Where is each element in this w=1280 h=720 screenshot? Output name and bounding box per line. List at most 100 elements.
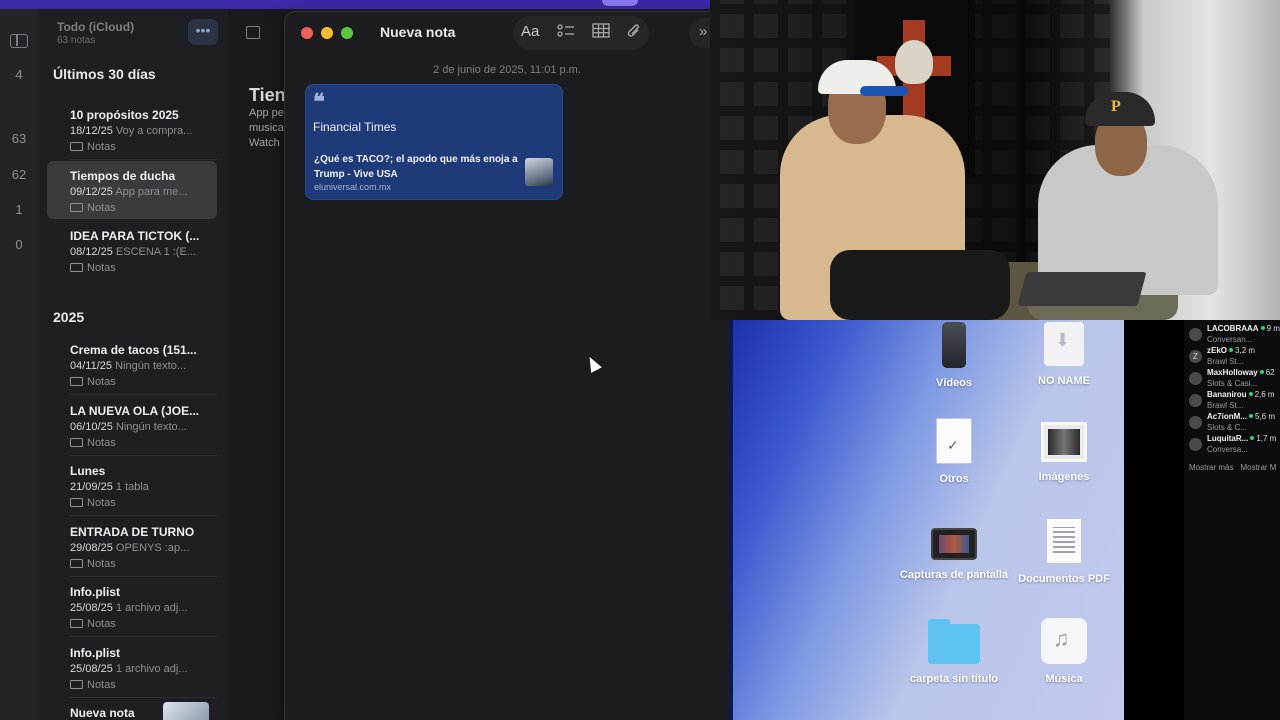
close-button[interactable] [301,27,313,39]
text-format-icon[interactable]: Aa [521,23,539,40]
sidebar-toggle-icon[interactable] [10,34,28,48]
minimize-button[interactable] [321,27,333,39]
folder-musica[interactable]: Música [1009,618,1119,686]
folder-no-name[interactable]: NO NAME [1009,322,1119,388]
note-title: Lunes [70,464,106,478]
folder-capturas[interactable]: Capturas de pantalla [899,518,1009,582]
channel-game: Slots & Casi... [1207,379,1258,388]
channel-name: Ac7ionM... [1207,412,1248,421]
attachment-icon[interactable] [627,23,641,44]
note-preview: App para me... [115,186,188,198]
folder-icon [70,619,83,628]
note-list-item[interactable]: Info.plist 25/08/25 1 archivo adj... Not… [47,638,217,698]
folder-count: 4 [15,67,23,82]
note-preview: ESCENA 1 :(E... [115,246,196,258]
note-list-item[interactable]: Nueva nota [47,698,217,720]
folder-icon [70,377,83,386]
photo-icon [1041,422,1087,462]
channel-row[interactable]: LuquitaR... 1,7 m Conversa... [1189,434,1280,456]
channel-name: MaxHolloway [1207,368,1258,377]
folder-otros[interactable]: Otros [899,418,1009,486]
pdf-icon [1046,518,1082,564]
note-date: 08/12/25 [70,246,113,258]
channel-row[interactable]: Ac7ionM... 5,6 m Slots & C... [1189,412,1280,434]
note-date: 25/08/25 [70,663,113,675]
person-left-legs [830,250,1010,320]
channel-row[interactable]: Z zEkO 3,2 m Brawl St... [1189,346,1280,368]
note-list-item[interactable]: ENTRADA DE TURNO 29/08/25 OPENYS :ap... … [47,517,217,577]
folder-icon [70,142,83,151]
folder-videos[interactable]: Vídeos [899,322,1009,390]
note-list-item[interactable]: 10 propósitos 2025 18/12/25 Voy a compra… [47,100,217,160]
note-preview: 1 archivo adj... [115,602,188,614]
folder-label: carpeta sin título [909,673,999,685]
folder-count: 63 [11,131,27,146]
note-date: 04/11/25 [70,360,113,372]
note-folder: Notas [87,141,116,153]
note-title: 10 propósitos 2025 [70,108,179,122]
folder-imagenes[interactable]: Imágenes [1009,422,1119,484]
more-options-button[interactable]: ••• [188,19,218,45]
folder-sidebar: 4 63 62 1 0 [0,9,38,720]
divider [70,394,217,395]
show-more-link[interactable]: Mostrar más [1189,463,1233,472]
note-date: 18/12/25 [70,125,113,137]
note-folder: Notas [87,262,116,274]
note-list: Todo (iCloud) 63 notas ••• Últimos 30 dí… [38,9,228,720]
menu-bar-pill[interactable] [602,0,638,6]
show-more-link[interactable]: Mostrar M [1240,463,1276,472]
webcam-video [710,0,1280,320]
note-list-item[interactable]: Info.plist 25/08/25 1 archivo adj... Not… [47,577,217,637]
note-list-item[interactable]: Crema de tacos (151... 04/11/25 Ningún t… [47,335,217,395]
live-dot [1260,326,1265,330]
link-thumbnail [525,158,553,186]
folder-label: Otros [939,473,969,485]
live-dot [1229,348,1234,352]
folder-pdf[interactable]: Documentos PDF [1009,518,1119,586]
zoom-button[interactable] [341,27,353,39]
compose-icon[interactable] [246,26,260,39]
link-preview-card[interactable]: ❝ Financial Times ¿Qué es TACO?; el apod… [305,84,563,200]
note-list-item-selected[interactable]: Tiempos de ducha 09/12/25 App para me...… [47,161,217,219]
note-date: 09/12/25 [70,186,113,198]
note-folder: Notas [87,558,116,570]
checklist-icon[interactable] [557,23,575,43]
channel-game: Conversan... [1207,335,1253,344]
note-folder: Notas [87,679,116,691]
cap-brim [860,86,908,96]
channel-name: LACOBRAAA [1207,324,1259,333]
note-date: 21/09/25 [70,481,113,493]
note-title: IDEA PARA TICTOK (... [70,229,200,243]
note-folder: Notas [87,437,116,449]
live-dot [1250,436,1255,440]
note-list-item[interactable]: LA NUEVA OLA (JOE... 06/10/25 Ningún tex… [47,396,217,456]
folder-label: Vídeos [935,377,973,389]
viewer-count: 9 m [1266,324,1280,333]
menu-bar-strip [0,0,710,9]
channel-row[interactable]: LACOBRAAA 9 m Conversan... [1189,324,1280,346]
channel-row[interactable]: MaxHolloway 62 Slots & Casi... [1189,368,1280,390]
editor-text-line: App pe [249,107,284,119]
link-source: Financial Times [313,120,397,134]
note-date-stamp: 2 de junio de 2025, 11:01 p.m. [433,64,581,76]
folder-sin-titulo[interactable]: carpeta sin título [899,618,1009,686]
channel-game: Slots & C... [1207,423,1248,432]
channel-game: Brawl St... [1207,357,1244,366]
note-title: Info.plist [70,646,120,660]
folder-label: Imágenes [1038,471,1090,483]
avatar [1189,328,1202,341]
blank-pane [1124,320,1184,720]
avatar [1189,438,1202,451]
channel-row[interactable]: Bananirou 2,6 m Brawl St... [1189,390,1280,412]
show-more-row: Mostrar más Mostrar M [1189,463,1280,472]
note-preview: Ningún texto... [115,421,187,433]
note-list-item[interactable]: IDEA PARA TICTOK (... 08/12/25 ESCENA 1 … [47,221,217,279]
folder-icon [70,680,83,689]
note-window: Nueva nota Aa » 2 de junio de 2025, 11:0… [285,12,729,720]
note-list-item[interactable]: Lunes 21/09/25 1 tabla Notas [47,456,217,516]
table-icon[interactable] [592,23,610,42]
note-title: Tiempos de ducha [70,169,176,183]
viewer-count: 1,7 m [1256,434,1277,443]
folder-icon [70,559,83,568]
note-folder: Notas [87,202,116,214]
